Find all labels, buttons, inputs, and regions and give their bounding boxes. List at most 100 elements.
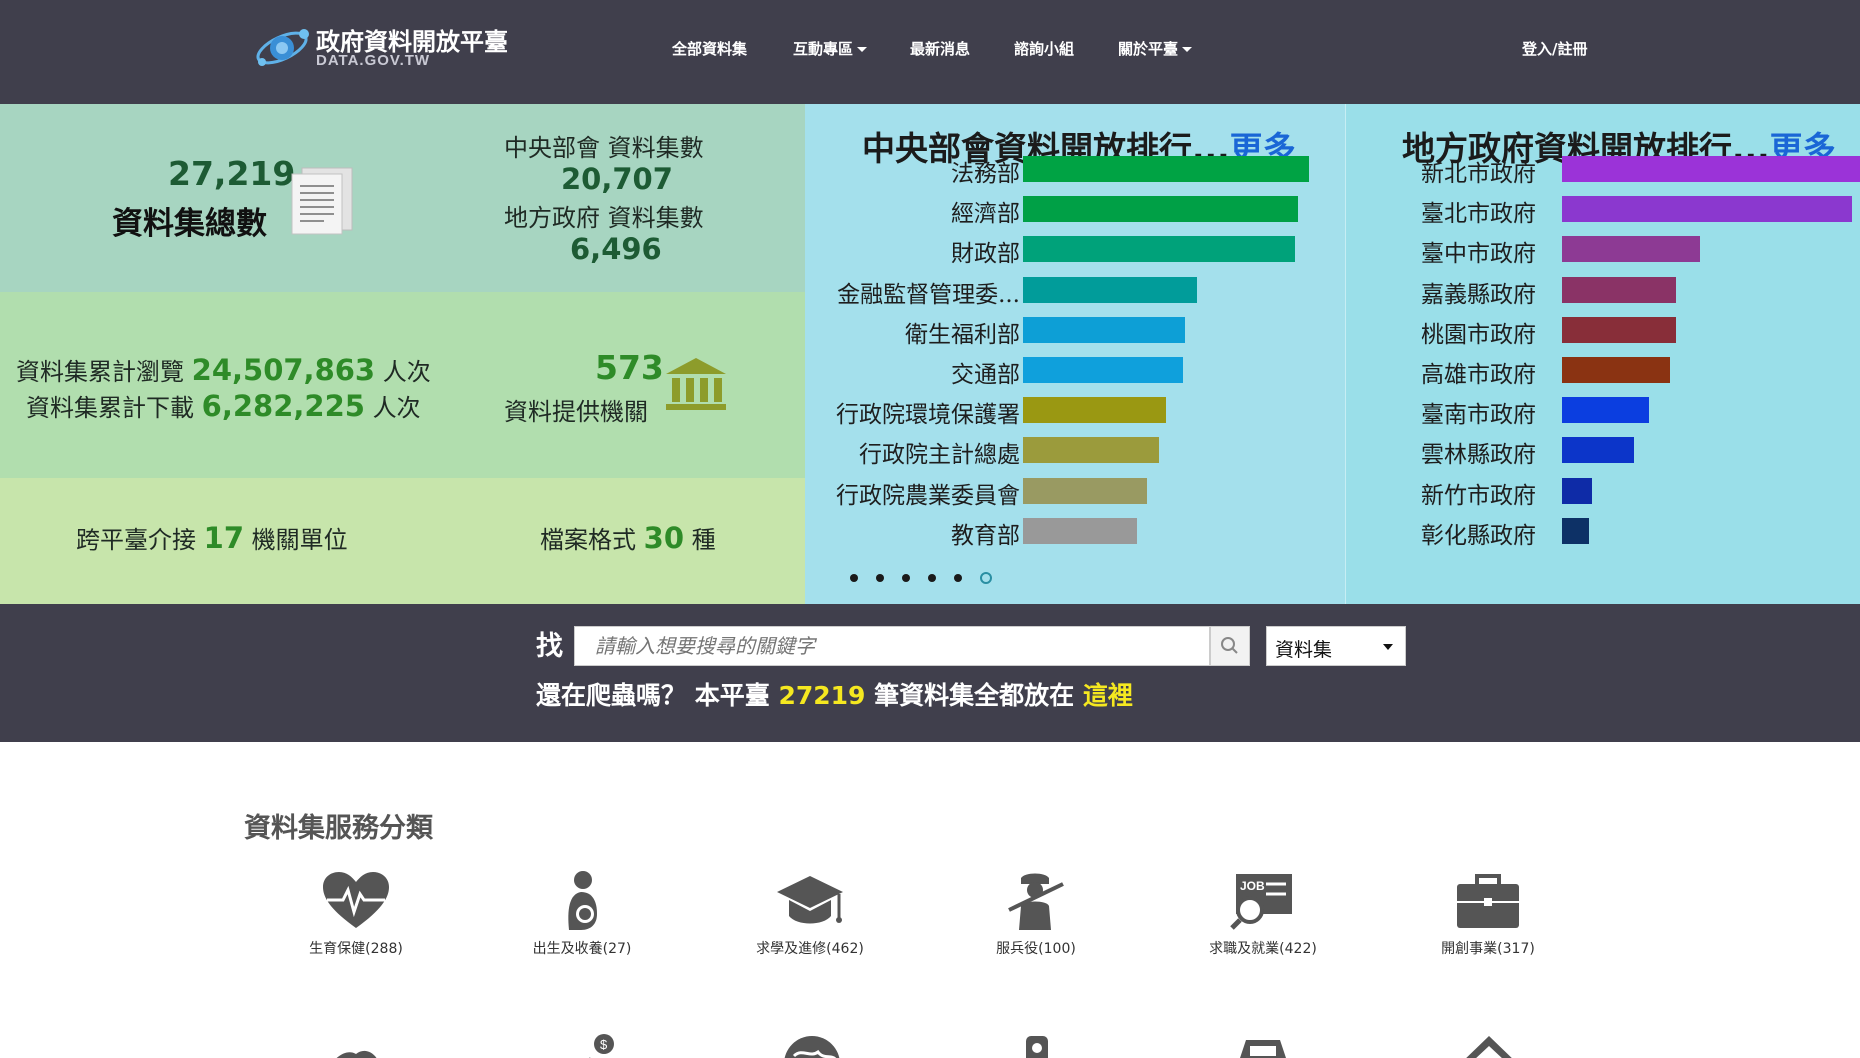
ranking-bar[interactable] (1023, 397, 1166, 424)
ranking-label[interactable]: 高雄市政府 (1421, 355, 1536, 389)
category-label: 求學及進修(462) (756, 941, 864, 957)
downloads-suffix: 人次 (372, 394, 421, 422)
promo-text: 還在爬蟲嗎？ 本平臺 27219 筆資料集全都放在 這裡 (536, 676, 1133, 712)
carousel-dot[interactable] (980, 572, 992, 584)
ranking-bar[interactable] (1023, 477, 1148, 504)
format-value: 30 (643, 521, 684, 555)
ranking-label[interactable]: 金融監督管理委... (837, 275, 1020, 309)
ranking-label[interactable]: 財政部 (951, 234, 1020, 268)
category-label: 出生及收養(27) (532, 941, 632, 957)
ranking-label[interactable]: 臺北市政府 (1421, 194, 1536, 228)
ranking-bar[interactable] (1562, 236, 1700, 263)
promo-link[interactable]: 這裡 (1083, 681, 1133, 710)
site-domain[interactable]: DATA.GOV.TW (316, 52, 430, 69)
dollar-growth-icon: $ (589, 1034, 614, 1058)
ranking-bar[interactable] (1562, 357, 1670, 383)
nav-all-datasets[interactable]: 全部資料集 (672, 38, 747, 59)
carousel-dot[interactable] (928, 574, 936, 582)
categories-title: 資料集服務分類 (244, 813, 433, 844)
stats-row-platform: 跨平臺介接 17 機關單位 檔案格式 30 種 (0, 478, 805, 604)
category-military[interactable]: 服兵役(100) (936, 870, 1136, 958)
views-value: 24,507,863 (191, 353, 376, 387)
nav-interactive[interactable]: 互動專區 (793, 38, 868, 59)
ranking-bar[interactable] (1023, 276, 1198, 303)
promo-middle: 筆資料集全都放在 (874, 681, 1075, 710)
category-row2-icon[interactable] (1020, 1034, 1054, 1058)
traffic-light-icon (1026, 1036, 1048, 1058)
category-row2-icon[interactable] (1230, 1034, 1296, 1058)
nav-label: 互動專區 (793, 40, 854, 58)
ranking-label[interactable]: 新竹市政府 (1421, 476, 1536, 510)
category-business[interactable]: 開創事業(317) (1388, 870, 1588, 958)
ranking-bar[interactable] (1023, 316, 1185, 343)
nav-news[interactable]: 最新消息 (910, 38, 970, 59)
cross-platform-stat: 跨平臺介接 17 機關單位 (76, 520, 348, 555)
category-employment[interactable]: JOB 求職及就業(422) (1163, 870, 1363, 958)
ranking-bar[interactable] (1562, 477, 1592, 504)
ranking-label[interactable]: 交通部 (951, 355, 1020, 389)
stats-panel: 27,219 資料集總數 中央部會 資料集數 20,707 地方政府 資料集數 … (0, 104, 805, 604)
category-label: 服兵役(100) (996, 941, 1076, 957)
category-label: 求職及就業(422) (1209, 941, 1317, 957)
category-label: 開創事業(317) (1441, 941, 1535, 957)
search-input[interactable] (574, 626, 1210, 666)
search-type-select[interactable]: 資料集 (1266, 626, 1406, 666)
ranking-label[interactable]: 教育部 (951, 516, 1020, 550)
ranking-label[interactable]: 桃園市政府 (1421, 315, 1536, 349)
local-ranking-panel: 地方政府資料開放排行...更多 新北市政府 臺北市政府 臺中市政府 嘉義縣政府 桃園市政… (1345, 104, 1860, 604)
ranking-bar[interactable] (1562, 156, 1860, 182)
ranking-bar[interactable] (1023, 156, 1309, 182)
category-birth[interactable]: 出生及收養(27) (482, 870, 682, 958)
search-button[interactable] (1210, 626, 1250, 666)
views-suffix: 人次 (382, 358, 431, 386)
nav-label: 最新消息 (910, 40, 971, 58)
stats-row-usage: 資料集累計瀏覽 24,507,863 人次 資料集累計下載 6,282,225 … (0, 292, 805, 478)
ranking-bar[interactable] (1562, 276, 1676, 303)
chevron-down-icon (857, 47, 868, 52)
ranking-label[interactable]: 臺中市政府 (1421, 234, 1536, 268)
ranking-bar[interactable] (1023, 517, 1138, 544)
category-row2-icon[interactable] (322, 1038, 386, 1058)
ranking-bar[interactable] (1023, 236, 1295, 263)
carousel-dot[interactable] (850, 574, 858, 582)
category-health[interactable]: 生育保健(288) (256, 870, 456, 958)
ranking-label[interactable]: 新北市政府 (1421, 154, 1536, 188)
search-icon (1221, 637, 1238, 654)
downloads-value: 6,282,225 (201, 389, 365, 423)
ranking-bar[interactable] (1562, 316, 1676, 343)
carousel-dot[interactable] (876, 574, 884, 582)
ranking-bar[interactable] (1562, 517, 1589, 544)
nav-advisory[interactable]: 諮詢小組 (1014, 38, 1074, 59)
agencies-value: 573 (595, 348, 664, 387)
central-datasets-value: 20,707 (561, 162, 673, 196)
ranking-bar[interactable] (1023, 196, 1298, 223)
ranking-label[interactable]: 臺南市政府 (1421, 395, 1536, 429)
ranking-label[interactable]: 衛生福利部 (905, 315, 1020, 349)
ranking-label[interactable]: 彰化縣政府 (1421, 516, 1536, 550)
login-link[interactable]: 登入/註冊 (1522, 38, 1587, 59)
category-row2-icon[interactable] (782, 1034, 842, 1058)
government-building-icon (666, 358, 726, 410)
total-datasets-label: 資料集總數 (112, 206, 267, 242)
category-education[interactable]: 求學及進修(462) (710, 870, 910, 958)
nav-label: 關於平臺 (1118, 40, 1179, 58)
ranking-bar[interactable] (1562, 437, 1634, 464)
ranking-bar[interactable] (1023, 437, 1159, 464)
nav-about[interactable]: 關於平臺 (1118, 38, 1193, 59)
ranking-label[interactable]: 法務部 (951, 154, 1020, 188)
svg-text:JOB: JOB (1240, 879, 1265, 893)
ranking-label[interactable]: 行政院主計總處 (859, 435, 1020, 469)
ranking-label[interactable]: 行政院環境保護署 (836, 395, 1020, 429)
ranking-label[interactable]: 行政院農業委員會 (836, 476, 1020, 510)
ranking-label[interactable]: 經濟部 (951, 194, 1020, 228)
carousel-dot[interactable] (902, 574, 910, 582)
category-row2-icon[interactable]: $ (576, 1032, 616, 1058)
carousel-dot[interactable] (954, 574, 962, 582)
ranking-label[interactable]: 嘉義縣政府 (1421, 275, 1536, 309)
ranking-bar[interactable] (1562, 397, 1649, 424)
document-icon (291, 167, 353, 235)
ranking-label[interactable]: 雲林縣政府 (1421, 435, 1536, 469)
ranking-bar[interactable] (1562, 196, 1853, 223)
ranking-bar[interactable] (1023, 357, 1184, 383)
category-row2-icon[interactable] (1458, 1034, 1520, 1058)
